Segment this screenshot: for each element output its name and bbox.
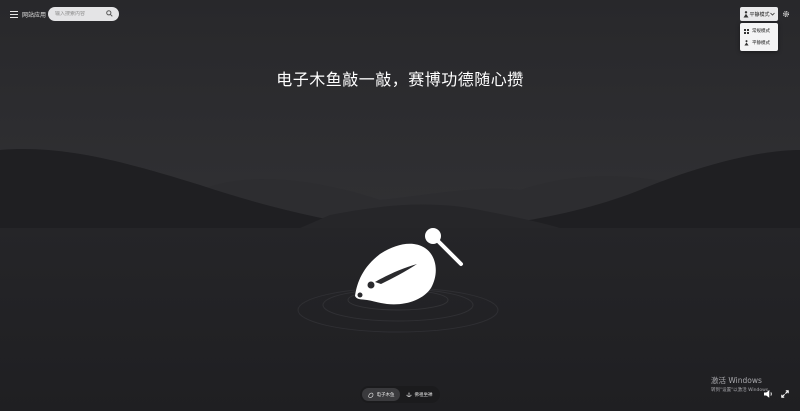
page-title: 电子木鱼敲一敲，赛博功德随心攒 [276,70,524,89]
mode-select-label: 平静模式 [749,11,770,18]
mode-option-normal[interactable]: 常规模式 [740,25,778,37]
menu-label: 网站应用 [22,12,47,19]
mode-option-calm[interactable]: 平静模式 [740,37,778,49]
bottom-tabs: 电子木鱼 佛祖坐禅 [360,386,440,403]
volume-icon[interactable] [764,390,773,398]
hamburger-icon [10,11,18,18]
gear-icon[interactable] [782,10,790,18]
mode-option-label: 平静模式 [752,41,770,46]
search-icon[interactable] [106,10,113,17]
menu-button[interactable]: 网站应用 [10,10,46,19]
tab-muyu[interactable]: 电子木鱼 [362,388,400,401]
wooden-fish-icon[interactable] [345,222,470,307]
mode-select[interactable]: 平静模式 [740,7,778,21]
tab-label: 佛祖坐禅 [414,392,433,398]
tab-label: 电子木鱼 [376,392,395,398]
grid-icon [744,28,749,34]
search-input[interactable] [55,11,109,17]
watermark-title: 激活 Windows [711,376,762,385]
mode-option-label: 常规模式 [752,29,770,34]
lotus-icon [405,391,412,397]
tab-meditation[interactable]: 佛祖坐禅 [400,388,438,401]
meditation-icon [744,40,749,46]
search-box[interactable] [48,7,119,21]
mode-dropdown: 常规模式 平静模式 [740,23,778,51]
background-scene [0,0,800,411]
fullscreen-icon[interactable] [781,390,789,398]
chevron-down-icon [770,12,775,16]
muyu-icon [367,392,373,398]
meditation-icon [743,10,749,17]
